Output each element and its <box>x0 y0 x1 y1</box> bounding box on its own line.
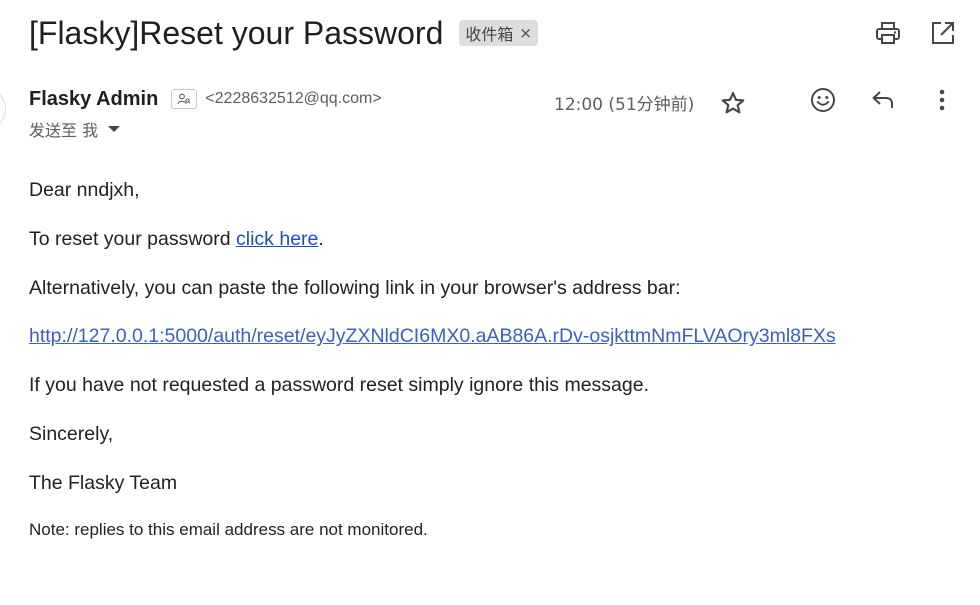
inbox-label-text: 收件箱 <box>465 25 514 44</box>
open-in-new-window-icon[interactable] <box>928 18 958 48</box>
ignore-text: If you have not requested a password res… <box>29 374 649 397</box>
reset-line: To reset your password click here. <box>29 225 969 274</box>
reset-suffix: . <box>318 227 324 250</box>
more-vert-icon[interactable] <box>928 86 956 114</box>
reply-icon[interactable] <box>869 86 897 114</box>
contact-card-icon[interactable] <box>171 89 198 109</box>
email-timestamp: 12:00 (51分钟前) <box>554 95 695 115</box>
closing-text: Sincerely, <box>29 422 114 445</box>
chevron-down-icon <box>108 126 121 132</box>
email-body: Dear nndjxh, To reset your password clic… <box>29 176 969 518</box>
remove-label-button[interactable]: × <box>519 24 532 42</box>
signature-text: The Flasky Team <box>29 471 178 494</box>
sender-email: <2228632512@qq.com> <box>205 90 382 107</box>
sender-avatar[interactable] <box>0 88 6 130</box>
print-icon[interactable] <box>873 18 903 48</box>
reset-prefix: To reset your password <box>29 227 237 250</box>
recipient-text: 发送至 我 <box>29 121 99 140</box>
star-icon[interactable] <box>719 89 747 117</box>
alternative-text: Alternatively, you can paste the followi… <box>29 276 681 299</box>
footer-note: Note: replies to this email address are … <box>29 520 428 539</box>
emoji-icon[interactable] <box>809 86 837 114</box>
subject-row: [Flasky]Reset your Password 收件箱 × <box>29 12 538 54</box>
email-subject: [Flasky]Reset your Password <box>29 14 444 51</box>
email-view: [Flasky]Reset your Password 收件箱 × Flasky… <box>0 0 980 605</box>
greeting: Dear nndjxh, <box>29 179 140 201</box>
reset-click-here-link[interactable]: click here <box>236 228 318 250</box>
reset-url-link[interactable]: http://127.0.0.1:5000/auth/reset/eyJyZXN… <box>29 325 836 347</box>
sender-row: Flasky Admin <2228632512@qq.com> <box>29 86 382 112</box>
inbox-label-chip[interactable]: 收件箱 × <box>459 20 538 46</box>
sender-name[interactable]: Flasky Admin <box>29 88 158 111</box>
recipient-details-toggle[interactable]: 发送至 我 <box>29 118 121 140</box>
reset-url-line: http://127.0.0.1:5000/auth/reset/eyJyZXN… <box>29 322 969 371</box>
